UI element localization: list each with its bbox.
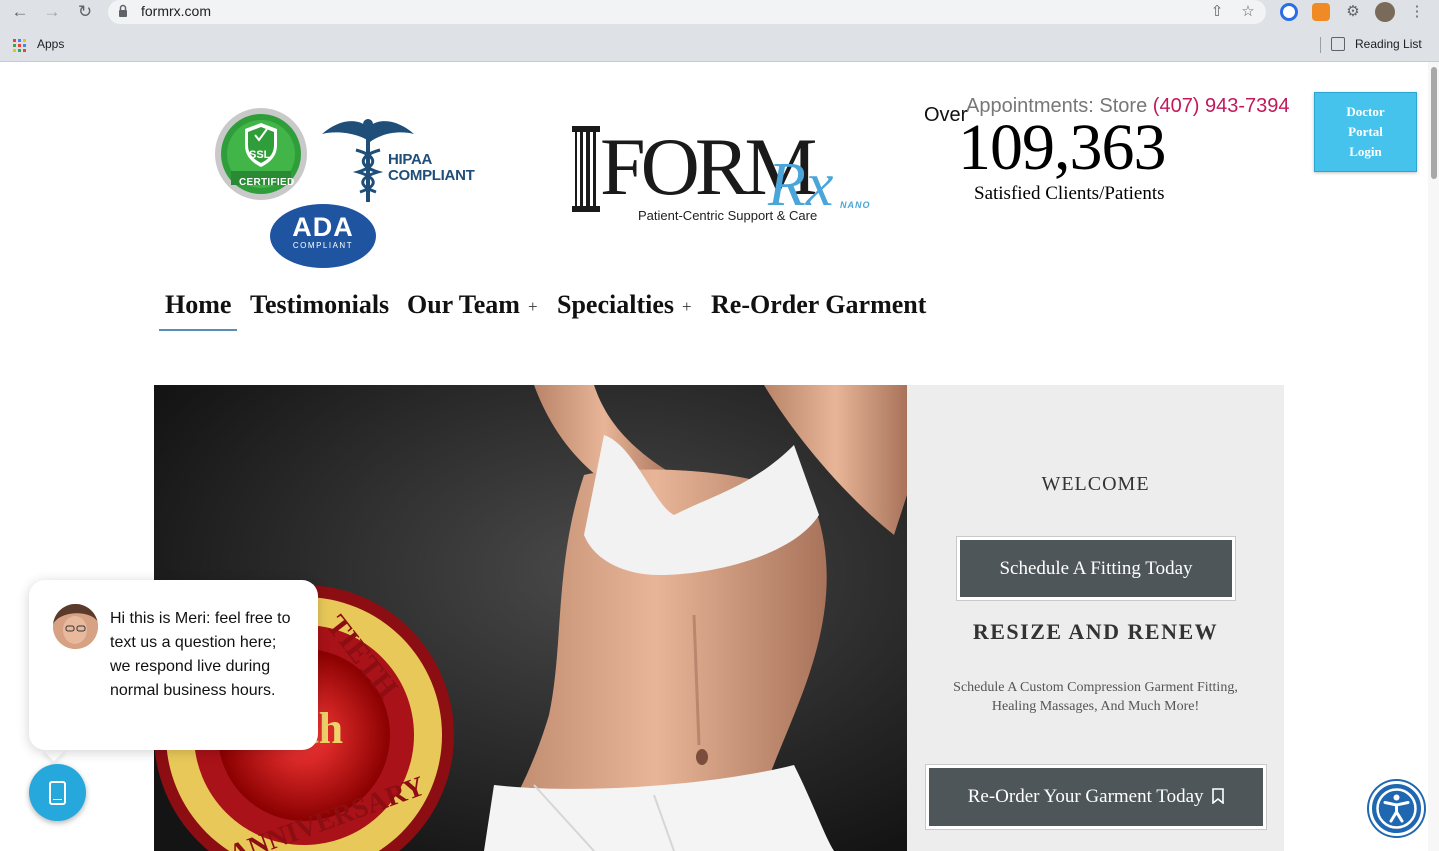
apps-link[interactable]: Apps <box>37 37 64 51</box>
hipaa-line2: COMPLIANT <box>388 167 475 184</box>
nav-specialties[interactable]: Specialties <box>557 290 674 320</box>
back-icon[interactable]: ← <box>8 2 32 24</box>
ada-compliant-badge: ADA COMPLIANT <box>270 204 376 268</box>
reload-icon[interactable]: ↻ <box>73 2 97 24</box>
profile-avatar[interactable] <box>1375 2 1395 22</box>
scrollbar-thumb[interactable] <box>1431 67 1437 179</box>
bookmarks-divider <box>1320 37 1321 53</box>
welcome-panel: WELCOME Schedule A Fitting Today RESIZE … <box>907 385 1284 851</box>
forward-icon[interactable]: → <box>40 2 64 24</box>
extension-circle-icon[interactable] <box>1280 3 1298 21</box>
share-icon[interactable]: ⇧ <box>1207 2 1227 22</box>
extensions-puzzle-icon[interactable]: ⚙ <box>1343 2 1363 22</box>
logo-pillar-icon <box>572 126 600 212</box>
chat-message: Hi this is Meri: feel free to text us a … <box>110 610 291 699</box>
lock-icon <box>119 4 127 17</box>
chat-launcher-button[interactable] <box>29 764 86 821</box>
doctor-portal-login-button[interactable]: Doctor Portal Login <box>1314 92 1417 172</box>
ada-label: ADA <box>292 212 354 242</box>
resize-renew-description: Schedule A Custom Compression Garment Fi… <box>953 680 1238 714</box>
hipaa-line1: HIPAA <box>388 151 433 168</box>
nav-home[interactable]: Home <box>165 290 231 320</box>
hipaa-compliant-label: HIPAA COMPLIANT <box>388 151 475 184</box>
chat-welcome-bubble[interactable]: Hi this is Meri: feel free to text us a … <box>29 580 318 750</box>
doctor-portal-line1: Doctor <box>1346 104 1385 119</box>
client-count: 109,363 <box>958 111 1166 184</box>
accessibility-button[interactable] <box>1369 781 1424 836</box>
reorder-garment-label: Re-Order Your Garment Today <box>967 786 1204 807</box>
schedule-fitting-button[interactable]: Schedule A Fitting Today <box>956 536 1236 601</box>
metamask-fox-icon[interactable] <box>1312 3 1330 21</box>
bookmark-star-icon[interactable]: ☆ <box>1238 2 1258 22</box>
store-phone-link[interactable]: (407) 943-7394 <box>1153 95 1290 117</box>
browser-menu-icon[interactable]: ⋮ <box>1407 2 1427 22</box>
page-scrollbar[interactable] <box>1428 62 1439 851</box>
ssl-badge-label: SSL <box>249 149 271 161</box>
ssl-badge-ribbon: CERTIFIED <box>239 177 295 188</box>
ada-compliant-label: COMPLIANT <box>292 241 354 250</box>
resize-renew-heading: RESIZE AND RENEW <box>972 619 1219 644</box>
logo-tagline: Patient-Centric Support & Care <box>638 208 818 223</box>
nav-active-underline <box>159 329 237 331</box>
reading-list-link[interactable]: Reading List <box>1355 37 1422 51</box>
nav-our-team-expand-icon[interactable]: + <box>528 297 538 317</box>
nav-specialties-expand-icon[interactable]: + <box>682 297 692 317</box>
logo-nano: NANO <box>840 200 871 210</box>
accessibility-icon <box>1376 788 1417 829</box>
welcome-heading: WELCOME <box>1041 473 1150 495</box>
address-bar[interactable]: formrx.com ⇧ ☆ <box>108 0 1266 24</box>
agent-avatar <box>53 604 98 649</box>
apps-grid-icon[interactable] <box>13 39 27 53</box>
nav-our-team[interactable]: Our Team <box>407 290 520 320</box>
bookmarks-bar <box>0 30 1439 62</box>
nav-testimonials[interactable]: Testimonials <box>250 290 389 320</box>
url-text: formrx.com <box>141 3 211 19</box>
doctor-portal-line3: Login <box>1349 144 1382 159</box>
reorder-garment-button[interactable]: Re-Order Your Garment Today <box>925 764 1267 830</box>
web-page: SSL CERTIFIED HIPAA COMPLIANT ADA COMPLI… <box>0 62 1439 851</box>
formrx-logo[interactable]: FORM Rx NANO Patient-Centric Support & C… <box>570 120 870 230</box>
client-count-label: Satisfied Clients/Patients <box>974 183 1165 204</box>
bookmark-icon <box>1212 788 1225 804</box>
mobile-phone-icon <box>49 781 66 805</box>
nav-reorder-garment[interactable]: Re-Order Garment <box>711 290 926 320</box>
doctor-portal-line2: Portal <box>1348 124 1383 139</box>
reading-list-icon[interactable] <box>1331 37 1345 51</box>
